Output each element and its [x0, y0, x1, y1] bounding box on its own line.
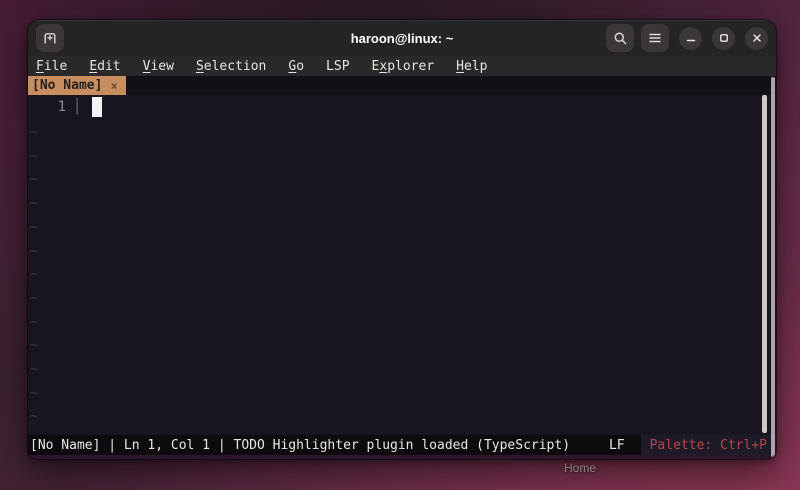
menu-bar: File Edit View Selection Go LSP Explorer Help: [28, 56, 776, 76]
tilde-row: ~: [30, 334, 38, 358]
hamburger-icon: [648, 32, 662, 44]
menu-item-view[interactable]: View: [143, 59, 174, 74]
tilde-row: ~: [30, 168, 38, 192]
window-bottom-edge: [28, 455, 776, 459]
new-tab-icon: [42, 30, 58, 46]
tilde-row: ~: [30, 358, 38, 382]
menu-item-edit[interactable]: Edit: [89, 59, 120, 74]
gutter-separator: │: [66, 99, 81, 115]
tilde-row: ~: [30, 240, 38, 264]
search-button[interactable]: [606, 24, 634, 52]
tilde-row: ~: [30, 287, 38, 311]
tilde-row: ~: [30, 216, 38, 240]
tilde-row: ~: [30, 405, 38, 429]
tab-label: [No Name]: [32, 78, 102, 93]
tab-no-name[interactable]: [No Name] ×: [28, 76, 126, 95]
titlebar: haroon@linux: ~: [28, 20, 776, 56]
status-palette-hint[interactable]: Palette: Ctrl+P: [641, 435, 776, 455]
desktop-background: Home haroon@linux: ~: [0, 0, 800, 490]
editor-line-1: 1 │: [28, 95, 776, 119]
tilde-row: ~: [30, 121, 38, 145]
tilde-row: ~: [30, 263, 38, 287]
menu-item-explorer[interactable]: Explorer: [372, 59, 435, 74]
status-bar: [No Name] | Ln 1, Col 1 | TODO Highlight…: [28, 435, 776, 455]
tilde-row: ~: [30, 382, 38, 406]
empty-line-tildes: ~~~~~~~~~~~~~: [30, 121, 38, 429]
menu-item-selection[interactable]: Selection: [196, 59, 266, 74]
tab-bar: [No Name] ×: [28, 76, 776, 95]
status-file-position: [No Name] | Ln 1, Col 1 | TODO Highlight…: [28, 438, 609, 453]
status-line-ending: LF: [609, 438, 641, 453]
maximize-icon: [719, 33, 729, 43]
menu-item-lsp[interactable]: LSP: [326, 59, 349, 74]
new-tab-button[interactable]: [36, 24, 64, 52]
close-button[interactable]: [745, 27, 768, 50]
menu-item-file[interactable]: File: [36, 59, 67, 74]
line-number: 1: [28, 99, 66, 115]
terminal-window: haroon@linux: ~: [28, 20, 776, 459]
terminal-scrollbar[interactable]: [771, 77, 775, 457]
tab-close-icon[interactable]: ×: [110, 79, 117, 93]
tilde-row: ~: [30, 145, 38, 169]
minimize-icon: [686, 33, 696, 43]
desktop-icon-home-label[interactable]: Home: [540, 461, 620, 475]
search-icon: [613, 31, 628, 46]
menu-item-help[interactable]: Help: [456, 59, 487, 74]
close-icon: [752, 33, 762, 43]
minimize-button[interactable]: [679, 27, 702, 50]
maximize-button[interactable]: [712, 27, 735, 50]
editor-area[interactable]: 1 │ ~~~~~~~~~~~~~: [28, 95, 776, 435]
hamburger-menu-button[interactable]: [641, 24, 669, 52]
tilde-row: ~: [30, 311, 38, 335]
tilde-row: ~: [30, 192, 38, 216]
editor-scrollbar[interactable]: [762, 95, 767, 433]
menu-item-go[interactable]: Go: [288, 59, 304, 74]
text-cursor: [92, 97, 102, 117]
